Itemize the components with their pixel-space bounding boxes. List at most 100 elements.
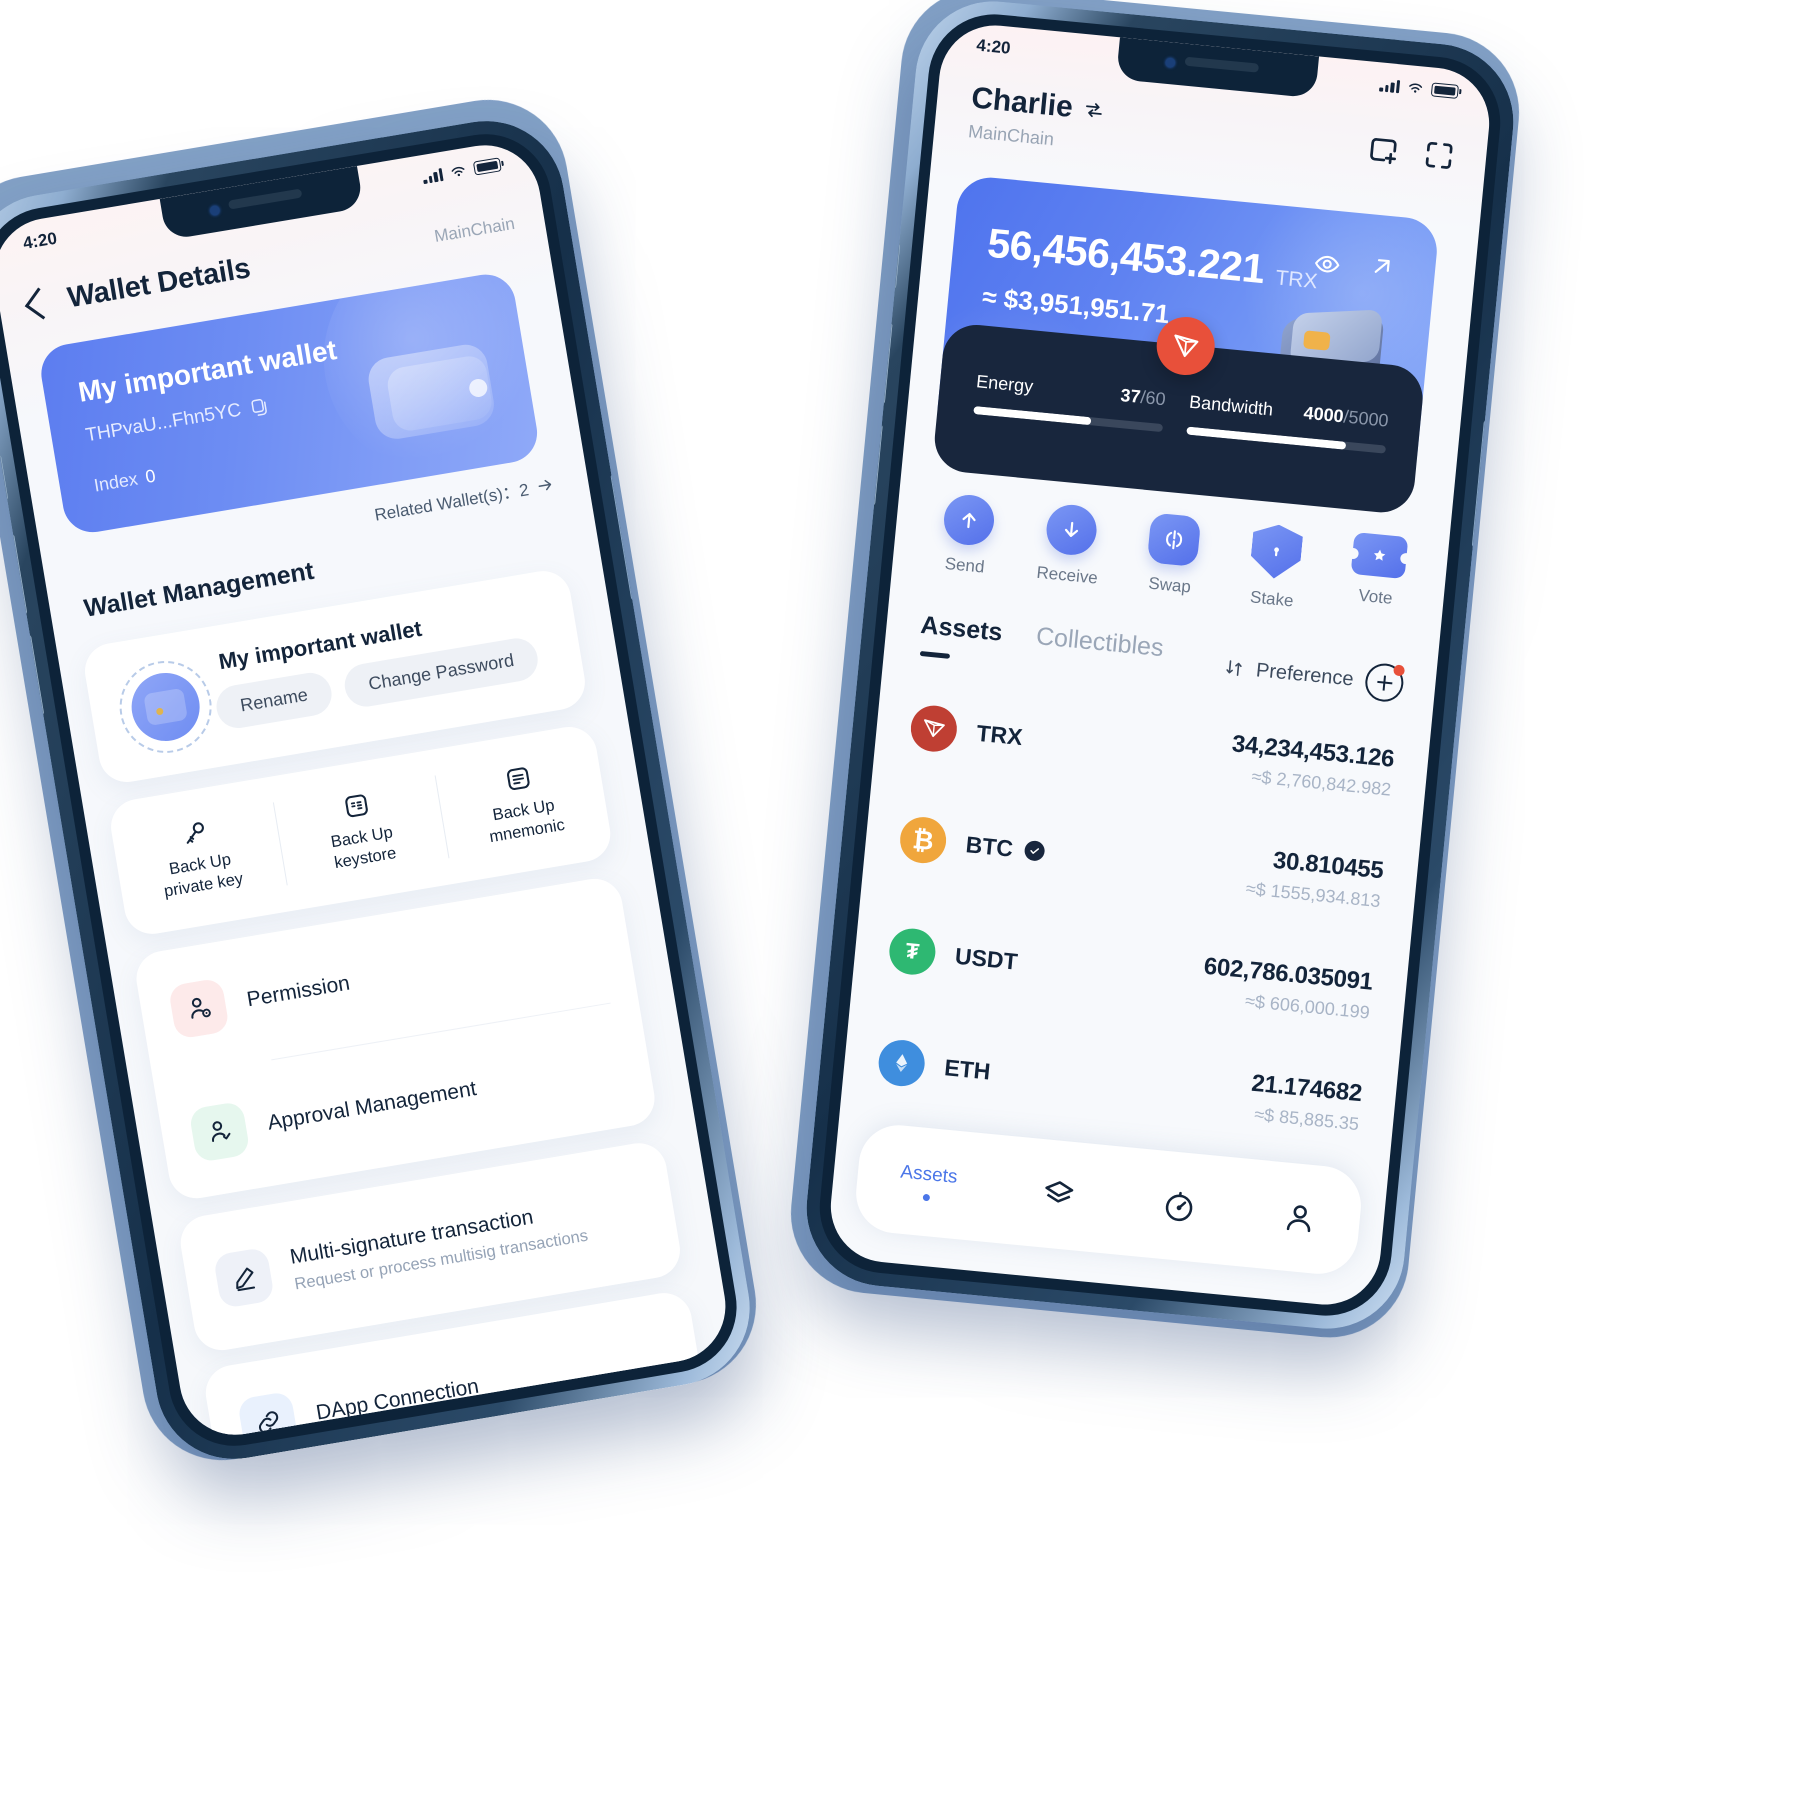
action-stake-label: Stake — [1249, 587, 1295, 611]
backup-mnemonic-label: Back Up mnemonic — [487, 796, 566, 846]
arrow-right-icon — [538, 479, 552, 490]
switch-arrows-icon[interactable] — [1082, 98, 1106, 122]
wallet-avatar-icon[interactable] — [112, 653, 219, 760]
user-check-icon — [188, 1100, 251, 1163]
tab-collectibles[interactable]: Collectibles — [1035, 622, 1165, 663]
nav-item-explore[interactable] — [1159, 1187, 1198, 1226]
link-icon — [236, 1390, 300, 1444]
scan-icon[interactable] — [1421, 137, 1458, 174]
status-icons — [1379, 75, 1459, 100]
status-icons — [421, 155, 502, 186]
asset-values: 30.810455 ≈$ 1555,934.813 — [1245, 844, 1385, 912]
arrow-up-icon — [941, 492, 997, 548]
asset-amount: 30.810455 — [1271, 846, 1385, 884]
tab-assets[interactable]: Assets — [919, 611, 1003, 648]
tron-logo-icon — [908, 703, 959, 754]
speaker-icon — [1184, 56, 1260, 73]
back-icon[interactable] — [24, 286, 57, 320]
account-name-row[interactable]: Charlie — [970, 81, 1106, 128]
bandwidth-label: Bandwidth — [1188, 391, 1275, 420]
status-time: 4:20 — [975, 35, 1012, 58]
account-block[interactable]: Charlie MainChain — [967, 81, 1106, 155]
bandwidth-progress — [1186, 426, 1387, 454]
asset-tabs: Assets Collectibles — [919, 611, 1165, 663]
action-swap-label: Swap — [1147, 573, 1192, 597]
nav-item-assets[interactable]: Assets — [898, 1161, 958, 1203]
action-send-label: Send — [943, 553, 986, 577]
asset-values: 21.174682 ≈$ 85,885.35 — [1248, 1069, 1364, 1134]
backup-private-key-label: Back Up private key — [162, 850, 245, 901]
approval-management-label: Approval Management — [265, 1076, 478, 1135]
add-token-icon[interactable] — [1363, 661, 1406, 704]
nav-assets-label: Assets — [899, 1161, 959, 1188]
wallet-details-screen: 4:20 Wallet Details MainChain My importa… — [0, 136, 734, 1444]
energy-resource: Energy 37/60 — [973, 371, 1167, 433]
nav-item-profile[interactable] — [1280, 1198, 1319, 1237]
energy-progress — [973, 405, 1164, 433]
document-lines-icon — [507, 767, 530, 790]
action-send[interactable]: Send — [917, 491, 1017, 584]
account-name: Charlie — [969, 81, 1075, 124]
energy-label: Energy — [975, 371, 1035, 397]
index-label: Index — [92, 468, 140, 496]
left-phone-bezel: 4:20 Wallet Details MainChain My importa… — [0, 124, 747, 1456]
preference-label[interactable]: Preference — [1255, 659, 1355, 691]
layers-icon — [1045, 1181, 1074, 1203]
bandwidth-resource: Bandwidth 4000/5000 — [1186, 392, 1389, 454]
asset-fiat: ≈$ 1555,934.813 — [1245, 877, 1382, 911]
battery-icon — [1430, 82, 1459, 99]
right-phone-bezel: 4:20 Charlie MainChain 56,456,453.221 TR… — [813, 8, 1507, 1322]
add-card-icon[interactable] — [1365, 131, 1402, 168]
asset-fiat: ≈$ 85,885.35 — [1253, 1103, 1360, 1134]
tether-icon: ₮ — [887, 926, 938, 977]
eye-icon — [1314, 255, 1340, 273]
wifi-icon — [451, 166, 465, 177]
arrow-down-icon — [1044, 502, 1099, 558]
bitcoin-icon: ₿ — [898, 815, 949, 866]
wallet-index-row: Index 0 — [92, 466, 157, 497]
asset-amount: 21.174682 — [1250, 1069, 1364, 1107]
bandwidth-value: 4000/5000 — [1302, 402, 1390, 431]
signal-icon — [422, 167, 444, 184]
copy-icon[interactable] — [249, 396, 272, 419]
backup-private-key-button[interactable]: Back Up private key — [107, 777, 291, 938]
chain-label: MainChain — [967, 121, 1055, 150]
explore-icon — [1165, 1191, 1193, 1222]
energy-value: 37/60 — [1119, 385, 1167, 410]
wallet-address: THPvaU...Fhn5YC — [84, 399, 243, 447]
action-swap[interactable]: Swap — [1123, 510, 1223, 603]
asset-symbol: TRX — [975, 719, 1024, 750]
action-receive[interactable]: Receive — [1020, 501, 1120, 594]
asset-values: 692.418878222498 ≈$ 13.5483871 — [1135, 1283, 1342, 1309]
index-value: 0 — [143, 465, 157, 487]
arrow-up-right-icon — [1374, 259, 1390, 273]
wallet-home-screen: 4:20 Charlie MainChain 56,456,453.221 TR… — [825, 20, 1495, 1310]
screenshot-stage: 4:20 Wallet Details MainChain My importa… — [0, 0, 1800, 1800]
action-stake[interactable]: Stake — [1225, 520, 1325, 613]
swap-icon — [1146, 512, 1202, 568]
balance-amount: 56,456,453.221 — [985, 219, 1267, 293]
sort-arrows-icon[interactable] — [1223, 657, 1245, 679]
right-phone: 4:20 Charlie MainChain 56,456,453.221 TR… — [799, 0, 1521, 1336]
preference-bar: Preference — [1222, 648, 1406, 704]
related-wallets-label: Related Wallet(s)：2 — [373, 480, 531, 525]
left-phone: 4:20 Wallet Details MainChain My importa… — [0, 109, 762, 1471]
rename-button[interactable]: Rename — [213, 669, 335, 732]
asset-symbol: USDT — [953, 942, 1019, 975]
ethereum-icon — [876, 1037, 927, 1089]
delete-wallet-button[interactable]: Delete wallet — [204, 1439, 734, 1443]
chain-label: MainChain — [432, 213, 517, 246]
backup-keystore-button[interactable]: Back Up keystore — [269, 750, 453, 911]
action-vote[interactable]: Vote — [1328, 530, 1428, 623]
front-camera-icon — [1165, 57, 1176, 68]
backup-mnemonic-button[interactable]: Back Up mnemonic — [430, 723, 614, 884]
key-icon — [186, 822, 204, 844]
wallet-name: My important wallet — [75, 334, 339, 408]
permission-label: Permission — [245, 971, 352, 1011]
quick-actions: Send Receive Swap Stake Vote — [917, 491, 1427, 624]
nav-item-layers[interactable] — [1039, 1175, 1078, 1214]
open-details-button[interactable] — [1368, 252, 1397, 285]
header-actions — [1365, 120, 1459, 174]
toggle-visibility-button[interactable] — [1311, 249, 1342, 285]
action-receive-label: Receive — [1035, 562, 1099, 588]
